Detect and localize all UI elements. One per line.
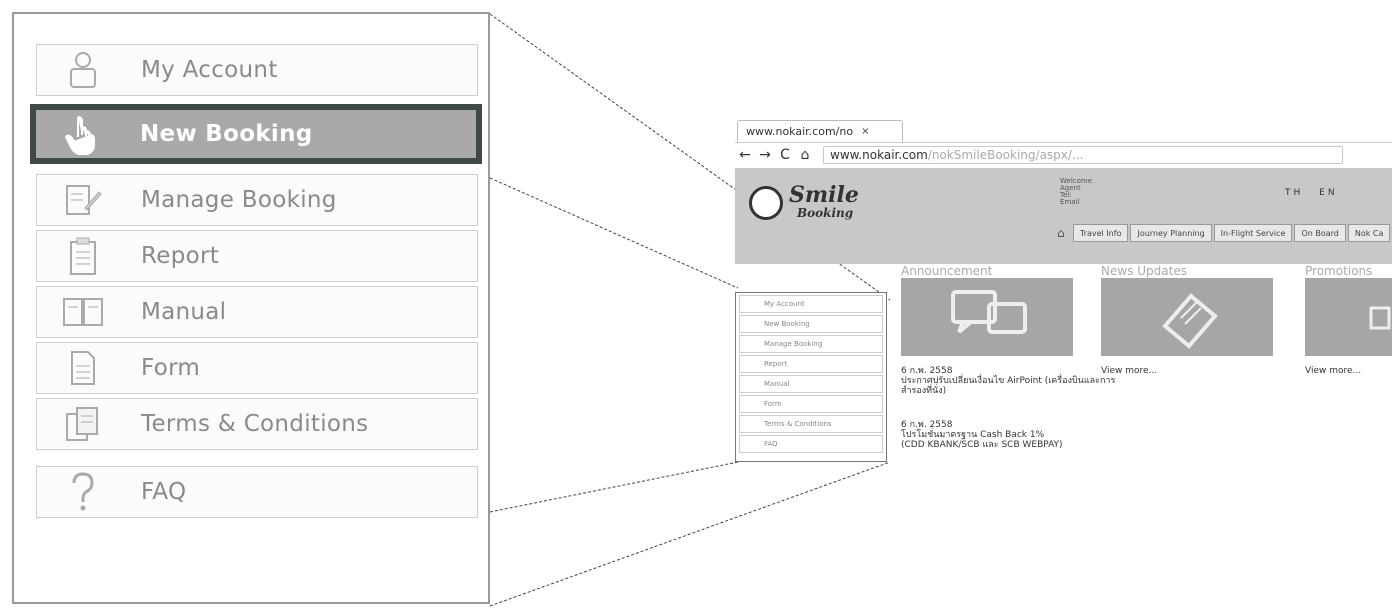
- site-sidebar-menu: My Account New Booking Manage Booking Re…: [735, 292, 887, 462]
- top-navigation: Travel Info Journey Planning In-Flight S…: [1073, 224, 1392, 242]
- menu-item-manual[interactable]: Manual: [36, 286, 478, 338]
- news-view-more-link[interactable]: View more...: [1101, 366, 1157, 376]
- tab-strip: www.nokair.com/no ×: [735, 118, 1392, 142]
- menu-item-label: Terms & Conditions: [141, 411, 369, 437]
- sidebar-item-manage-booking[interactable]: Manage Booking: [739, 335, 883, 353]
- back-arrow-icon[interactable]: ←: [735, 147, 755, 163]
- reload-icon[interactable]: C: [775, 147, 795, 163]
- document-icon: [59, 346, 107, 390]
- sidebar-item-my-account[interactable]: My Account: [739, 295, 883, 313]
- announcement-text: ประกาศปรับเปลี่ยนเงื่อนไข AirPoint (เครื…: [901, 376, 1116, 396]
- promotions-title: Promotions: [1305, 264, 1373, 278]
- question-icon: [59, 470, 107, 514]
- announcement-text: โปรโมชั่นมาตรฐาน Cash Back 1%: [901, 430, 1045, 440]
- announcement-item[interactable]: 6 ก.พ. 2558 โปรโมชั่นมาตรฐาน Cash Back 1…: [901, 420, 1131, 450]
- site-header: Smile Booking Welcome Agent Tel: Email T…: [735, 168, 1392, 264]
- language-switcher: TH EN: [1285, 188, 1348, 198]
- lang-th[interactable]: TH: [1285, 188, 1303, 198]
- menu-item-form[interactable]: Form: [36, 342, 478, 394]
- edit-document-icon: [59, 178, 107, 222]
- news-updates-title: News Updates: [1101, 264, 1187, 278]
- announcement-banner[interactable]: [901, 278, 1073, 356]
- menu-item-manage-booking[interactable]: Manage Booking: [36, 174, 478, 226]
- chat-bubbles-icon: [951, 290, 1027, 334]
- news-updates-banner[interactable]: [1101, 278, 1273, 356]
- nav-nok-ca[interactable]: Nok Ca: [1347, 224, 1391, 242]
- menu-item-new-booking[interactable]: New Booking: [30, 104, 482, 164]
- browser-window: www.nokair.com/no × ← → C ⌂ www.nokair.c…: [735, 118, 1392, 468]
- menu-item-label: Form: [141, 355, 201, 381]
- url-input[interactable]: www.nokair.com /nokSmileBooking/aspx/...: [823, 146, 1343, 164]
- address-bar-row: ← → C ⌂ www.nokair.com /nokSmileBooking/…: [735, 142, 1392, 167]
- logo-main-text: Smile: [789, 182, 859, 208]
- nav-in-flight-service[interactable]: In-Flight Service: [1213, 224, 1293, 242]
- home-icon[interactable]: ⌂: [795, 147, 815, 163]
- sidebar-item-new-booking[interactable]: New Booking: [739, 315, 883, 333]
- promotions-view-more-link[interactable]: View more...: [1305, 366, 1361, 376]
- clipboard-icon: [59, 234, 107, 278]
- forward-arrow-icon[interactable]: →: [755, 147, 775, 163]
- menu-item-faq[interactable]: FAQ: [36, 466, 478, 518]
- gift-icon: [1369, 306, 1391, 330]
- menu-item-report[interactable]: Report: [36, 230, 478, 282]
- logo-sub-text: Booking: [797, 206, 854, 220]
- menu-item-my-account[interactable]: My Account: [36, 44, 478, 96]
- sidebar-item-report[interactable]: Report: [739, 355, 883, 373]
- zoomed-sidebar-menu: My Account New Booking Manage Booking Re…: [12, 12, 490, 604]
- browser-tab[interactable]: www.nokair.com/no ×: [737, 120, 903, 142]
- lang-en[interactable]: EN: [1319, 188, 1337, 198]
- menu-item-label: Manage Booking: [141, 187, 337, 213]
- announcement-item[interactable]: 6 ก.พ. 2558 ประกาศปรับเปลี่ยนเงื่อนไข Ai…: [901, 366, 1131, 396]
- announcement-date: 6 ก.พ. 2558: [901, 420, 953, 430]
- menu-item-label: My Account: [141, 57, 278, 83]
- nav-travel-info[interactable]: Travel Info: [1073, 224, 1129, 242]
- pointer-hand-icon: [58, 112, 106, 156]
- announcement-date: 6 ก.พ. 2558: [901, 366, 953, 376]
- url-path: /nokSmileBooking/aspx/...: [927, 148, 1084, 162]
- menu-item-label: New Booking: [140, 121, 313, 147]
- welcome-line: Email: [1060, 198, 1080, 206]
- sidebar-item-faq[interactable]: FAQ: [739, 435, 883, 453]
- menu-item-label: Report: [141, 243, 220, 269]
- sidebar-item-manual[interactable]: Manual: [739, 375, 883, 393]
- smile-booking-logo[interactable]: Smile Booking: [749, 182, 859, 232]
- promotions-banner[interactable]: [1305, 278, 1392, 356]
- sidebar-item-terms[interactable]: Terms & Conditions: [739, 415, 883, 433]
- user-icon: [59, 48, 107, 92]
- nav-journey-planning[interactable]: Journey Planning: [1130, 224, 1212, 242]
- welcome-info: Welcome Agent Tel: Email: [1060, 178, 1092, 206]
- tab-title: www.nokair.com/no: [746, 125, 854, 138]
- url-host: www.nokair.com: [830, 148, 928, 162]
- logo-emblem-icon: [749, 186, 783, 220]
- documents-icon: [59, 402, 107, 446]
- close-icon[interactable]: ×: [861, 126, 869, 137]
- newspaper-icon: [1162, 293, 1218, 349]
- menu-item-label: FAQ: [141, 479, 187, 505]
- nav-on-board[interactable]: On Board: [1294, 224, 1346, 242]
- sidebar-item-form[interactable]: Form: [739, 395, 883, 413]
- book-icon: [59, 290, 107, 334]
- menu-item-terms-conditions[interactable]: Terms & Conditions: [36, 398, 478, 450]
- menu-item-label: Manual: [141, 299, 227, 325]
- announcement-text: (CDD KBANK/SCB และ SCB WEBPAY): [901, 440, 1063, 450]
- home-icon[interactable]: ⌂: [1057, 226, 1065, 240]
- announcement-title: Announcement: [901, 264, 993, 278]
